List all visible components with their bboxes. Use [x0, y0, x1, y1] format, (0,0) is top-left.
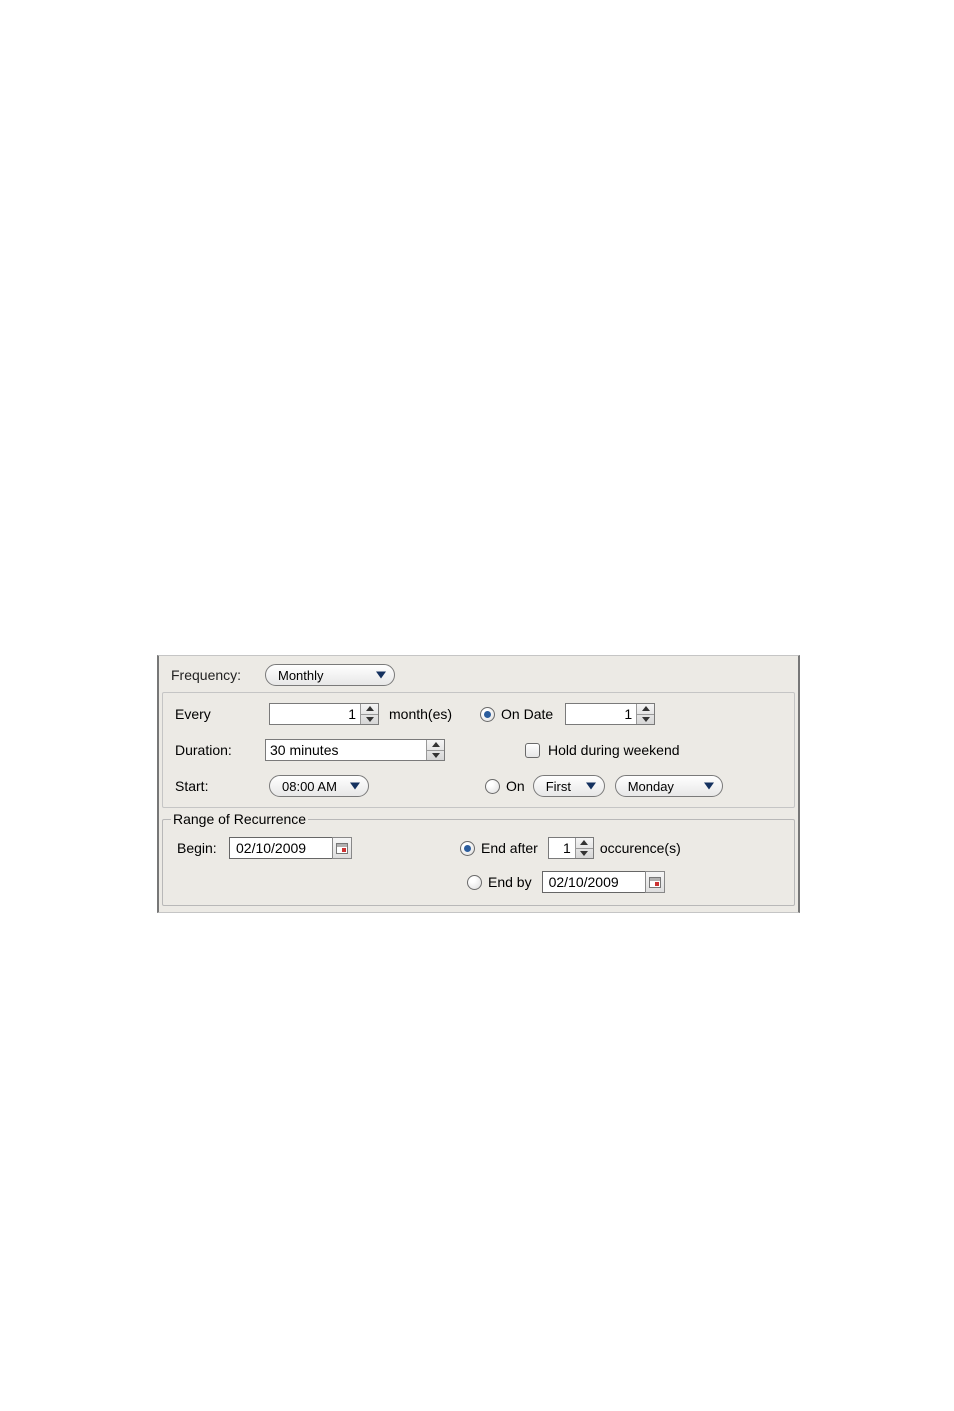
- range-legend: Range of Recurrence: [171, 811, 308, 827]
- spin-up-icon[interactable]: [427, 740, 444, 750]
- end-by-calendar-button[interactable]: [645, 871, 665, 893]
- chevron-down-icon: [350, 783, 360, 790]
- ordinal-value: First: [546, 779, 571, 794]
- frequency-row: Frequency: Monthly: [159, 656, 798, 692]
- calendar-icon: [336, 843, 348, 854]
- start-time-select[interactable]: 08:00 AM: [269, 775, 369, 797]
- range-row-2: End by 02/10/2009: [177, 871, 782, 893]
- end-after-input[interactable]: [549, 838, 575, 858]
- spin-up-icon[interactable]: [576, 838, 593, 848]
- on-date-radio[interactable]: [480, 707, 495, 722]
- end-by-label: End by: [488, 874, 532, 890]
- on-date-label: On Date: [501, 706, 553, 722]
- end-by-date-field[interactable]: 02/10/2009: [542, 871, 646, 893]
- range-of-recurrence-group: Range of Recurrence Begin: 02/10/2009 En…: [162, 811, 795, 906]
- on-weekday-label: On: [506, 778, 525, 794]
- begin-date-field[interactable]: 02/10/2009: [229, 837, 333, 859]
- frequency-select[interactable]: Monthly: [265, 664, 395, 686]
- recurrence-panel: Frequency: Monthly Every month(es) On Da…: [157, 655, 800, 913]
- spin-down-icon[interactable]: [361, 714, 378, 725]
- hold-weekend-label: Hold during weekend: [548, 742, 680, 758]
- hold-weekend-checkbox[interactable]: [525, 743, 540, 758]
- spinner-buttons[interactable]: [575, 838, 593, 858]
- begin-date-value: 02/10/2009: [236, 840, 306, 856]
- start-label: Start:: [175, 778, 247, 794]
- duration-input[interactable]: [266, 740, 426, 760]
- duration-label: Duration:: [175, 742, 247, 758]
- frequency-value: Monthly: [278, 668, 324, 683]
- spin-down-icon[interactable]: [427, 750, 444, 761]
- duration-stepper[interactable]: [265, 739, 445, 761]
- begin-calendar-button[interactable]: [332, 837, 352, 859]
- calendar-icon: [649, 877, 661, 888]
- chevron-down-icon: [704, 783, 714, 790]
- spin-down-icon[interactable]: [637, 714, 654, 725]
- ordinal-select[interactable]: First: [533, 775, 605, 797]
- end-after-radio[interactable]: [460, 841, 475, 856]
- every-n-input[interactable]: [270, 704, 360, 724]
- pattern-section: Every month(es) On Date: [162, 692, 795, 808]
- end-by-date-value: 02/10/2009: [549, 874, 619, 890]
- spinner-buttons[interactable]: [426, 740, 444, 760]
- frequency-label: Frequency:: [171, 667, 259, 683]
- on-date-stepper[interactable]: [565, 703, 655, 725]
- on-weekday-radio[interactable]: [485, 779, 500, 794]
- spin-down-icon[interactable]: [576, 848, 593, 859]
- begin-label: Begin:: [177, 840, 229, 856]
- spin-up-icon[interactable]: [637, 704, 654, 714]
- end-by-radio[interactable]: [467, 875, 482, 890]
- on-date-input[interactable]: [566, 704, 636, 724]
- end-after-label: End after: [481, 840, 538, 856]
- start-row: Start: 08:00 AM On First Monday: [175, 775, 784, 797]
- every-unit-label: month(es): [389, 706, 452, 722]
- every-row: Every month(es) On Date: [175, 703, 784, 725]
- spinner-buttons[interactable]: [636, 704, 654, 724]
- duration-row: Duration: Hold during weekend: [175, 739, 784, 761]
- weekday-select[interactable]: Monday: [615, 775, 723, 797]
- every-label: Every: [175, 706, 247, 722]
- chevron-down-icon: [376, 672, 386, 679]
- spinner-buttons[interactable]: [360, 704, 378, 724]
- occurrences-label: occurence(s): [600, 840, 681, 856]
- start-time-value: 08:00 AM: [282, 779, 337, 794]
- end-after-stepper[interactable]: [548, 837, 594, 859]
- spin-up-icon[interactable]: [361, 704, 378, 714]
- range-row-1: Begin: 02/10/2009 End after occurence(s): [177, 837, 782, 859]
- chevron-down-icon: [586, 783, 596, 790]
- weekday-value: Monday: [628, 779, 674, 794]
- every-n-stepper[interactable]: [269, 703, 379, 725]
